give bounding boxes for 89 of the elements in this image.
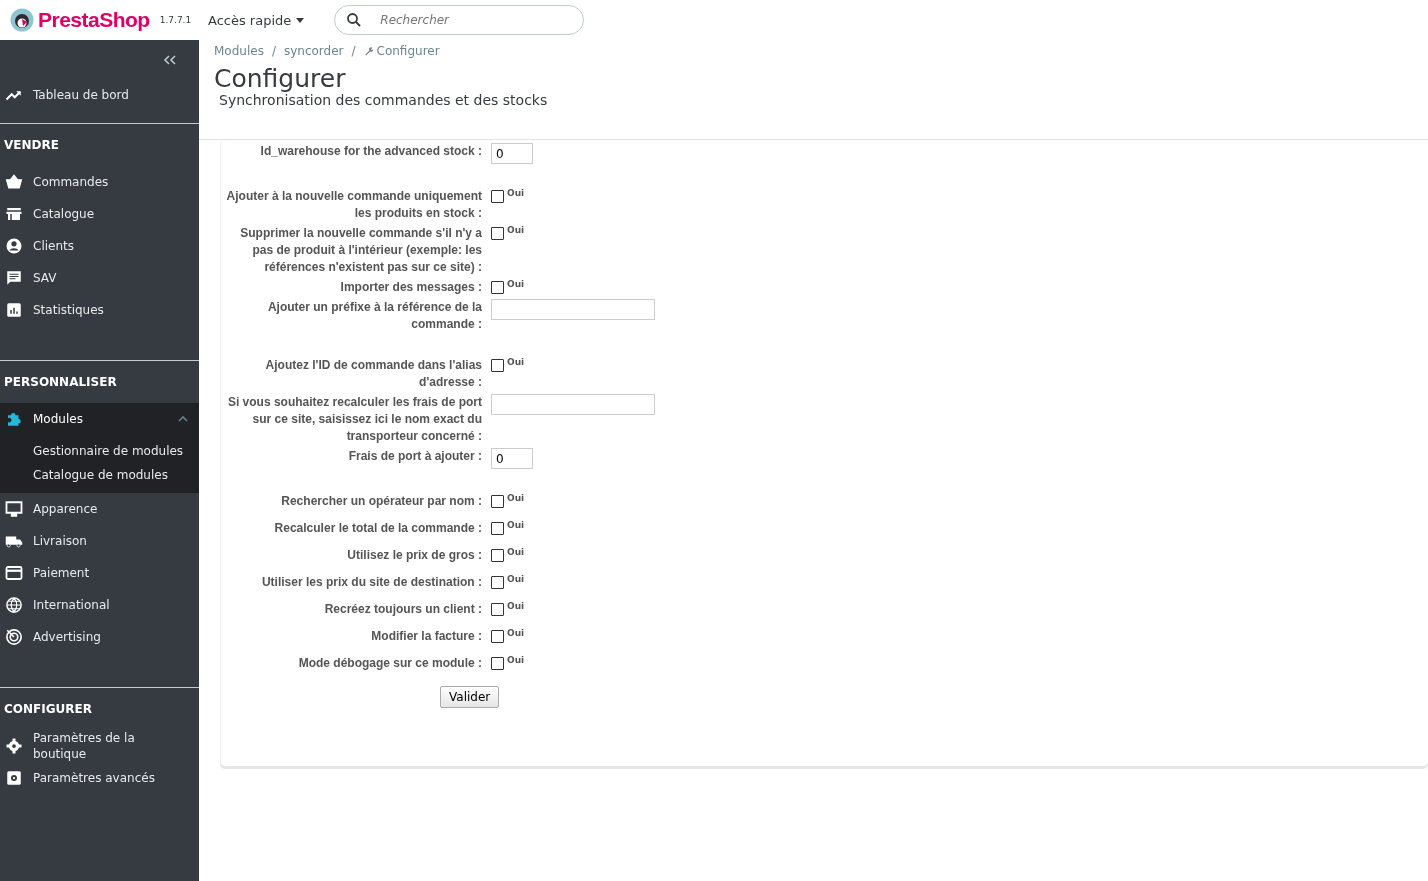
input-field[interactable]: [491, 299, 655, 320]
breadcrumb-link[interactable]: syncorder: [283, 44, 344, 58]
checkbox[interactable]: [491, 576, 504, 589]
field-label: Recréez toujours un client :: [323, 601, 483, 618]
submit-button[interactable]: Valider: [440, 686, 500, 708]
checkbox[interactable]: [491, 603, 504, 616]
field-label: Ajouter à la nouvelle commande uniquement les produits en stock :: [225, 188, 483, 222]
checkbox[interactable]: [491, 281, 504, 294]
section-heading: CONFIGURER: [3, 701, 93, 718]
checkbox[interactable]: [491, 657, 504, 670]
sidebar-item[interactable]: Advertising: [0, 621, 199, 653]
wrench-icon: [363, 46, 374, 56]
checkbox-label: Oui: [507, 601, 525, 611]
field-label: Supprimer la nouvelle commande s'il n'y a pas de produit à l'intérieur (exemple: les références n'existent pas sur ce site) :: [239, 225, 483, 276]
field-label: Si vous souhaitez recalculer les frais de port sur ce site, saisissez ici le nom exact du transporteur concerné :: [226, 394, 483, 445]
sidebar-item[interactable]: Apparence: [0, 493, 199, 525]
brand-name: PrestaShop: [38, 8, 150, 32]
checkbox-label: Oui: [507, 279, 525, 289]
checkbox[interactable]: [491, 549, 504, 562]
input-field[interactable]: [491, 394, 655, 415]
field-label: Utilisez le prix de gros :: [346, 547, 483, 564]
sidebar-item[interactable]: SAV: [0, 262, 199, 294]
search-field[interactable]: Rechercher: [334, 5, 585, 35]
breadcrumb-separator: /: [351, 44, 356, 58]
field-label: Recalculer le total de la commande :: [273, 520, 483, 537]
page-subtitle: Synchronisation des commandes et des stocks: [219, 92, 548, 108]
sidebar-item[interactable]: Paramètres de la boutique: [0, 730, 199, 762]
puffin-logo-icon: [10, 8, 34, 32]
puzzle-icon: [5, 410, 23, 428]
field-label: Importer des messages :: [339, 279, 483, 296]
checkbox-label: Oui: [507, 520, 525, 530]
checkbox[interactable]: [491, 227, 504, 240]
field-label: Rechercher un opérateur par nom :: [280, 493, 483, 510]
chart-icon: [5, 301, 23, 319]
basket-icon: [5, 173, 23, 191]
version-label: 1.7.7.1: [159, 15, 192, 25]
checkbox[interactable]: [491, 630, 504, 643]
gear-icon: [5, 769, 23, 787]
field-label: Id_warehouse for the advanced stock :: [259, 143, 483, 160]
chat-icon: [5, 269, 23, 287]
checkbox-label: Oui: [507, 188, 525, 198]
section-heading: PERSONNALISER: [3, 374, 118, 391]
checkbox[interactable]: [491, 522, 504, 535]
sidebar-item[interactable]: Commandes: [0, 166, 199, 198]
monitor-icon: [5, 500, 23, 518]
field-label: Ajoutez l'ID de commande dans l'alias d'adresse :: [264, 357, 483, 391]
sidebar-item[interactable]: International: [0, 589, 199, 621]
checkbox-label: Oui: [507, 547, 525, 557]
checkbox[interactable]: [491, 190, 504, 203]
checkbox-label: Oui: [507, 655, 525, 665]
sidebar-item[interactable]: Paramètres avancés: [0, 762, 199, 794]
sidebar-item[interactable]: Paiement: [0, 557, 199, 589]
sidebar-item[interactable]: Statistiques: [0, 294, 199, 326]
caret-icon: [296, 17, 305, 23]
checkbox-label: Oui: [507, 628, 525, 638]
checkbox[interactable]: [491, 495, 504, 508]
input-field[interactable]: 0: [491, 448, 533, 469]
sidebar-item[interactable]: Tableau de bord: [0, 79, 199, 111]
field-label: Utiliser les prix du site de destination :: [260, 574, 483, 591]
field-label: Modifier la facture :: [370, 628, 483, 645]
card-icon: [5, 564, 23, 582]
field-label: Frais de port à ajouter :: [347, 448, 483, 465]
chevron-icon: [178, 416, 188, 422]
section-heading: VENDRE: [3, 137, 60, 154]
target-icon: [5, 628, 23, 646]
sidebar-item[interactable]: Catalogue: [0, 198, 199, 230]
sidebar-item[interactable]: Livraison: [0, 525, 199, 557]
quick-access-menu[interactable]: Accès rapide: [208, 12, 305, 28]
sidebar-item[interactable]: Modules: [0, 403, 199, 435]
checkbox-label: Oui: [507, 574, 525, 584]
page-title: Configurer: [214, 66, 346, 92]
sidebar-item[interactable]: Clients: [0, 230, 199, 262]
input-field[interactable]: 0: [491, 143, 533, 164]
checkbox-label: Oui: [507, 357, 525, 367]
gear-icon: [5, 737, 23, 755]
checkbox-label: Oui: [507, 493, 525, 503]
person-icon: [5, 237, 23, 255]
submenu-item[interactable]: Catalogue de modules: [33, 463, 199, 487]
field-label: Ajouter un préfixe à la référence de la commande :: [266, 299, 483, 333]
breadcrumb-link[interactable]: Modules: [214, 44, 264, 58]
checkbox[interactable]: [491, 359, 504, 372]
submenu-item[interactable]: Gestionnaire de modules: [33, 439, 199, 463]
store-icon: [5, 205, 23, 223]
breadcrumb-separator: /: [271, 44, 276, 58]
checkbox-label: Oui: [507, 225, 525, 235]
breadcrumb-link[interactable]: Configurer: [376, 44, 440, 58]
collapse-icon[interactable]: [163, 55, 177, 65]
globe-icon: [5, 596, 23, 614]
field-label: Mode débogage sur ce module :: [297, 655, 483, 672]
